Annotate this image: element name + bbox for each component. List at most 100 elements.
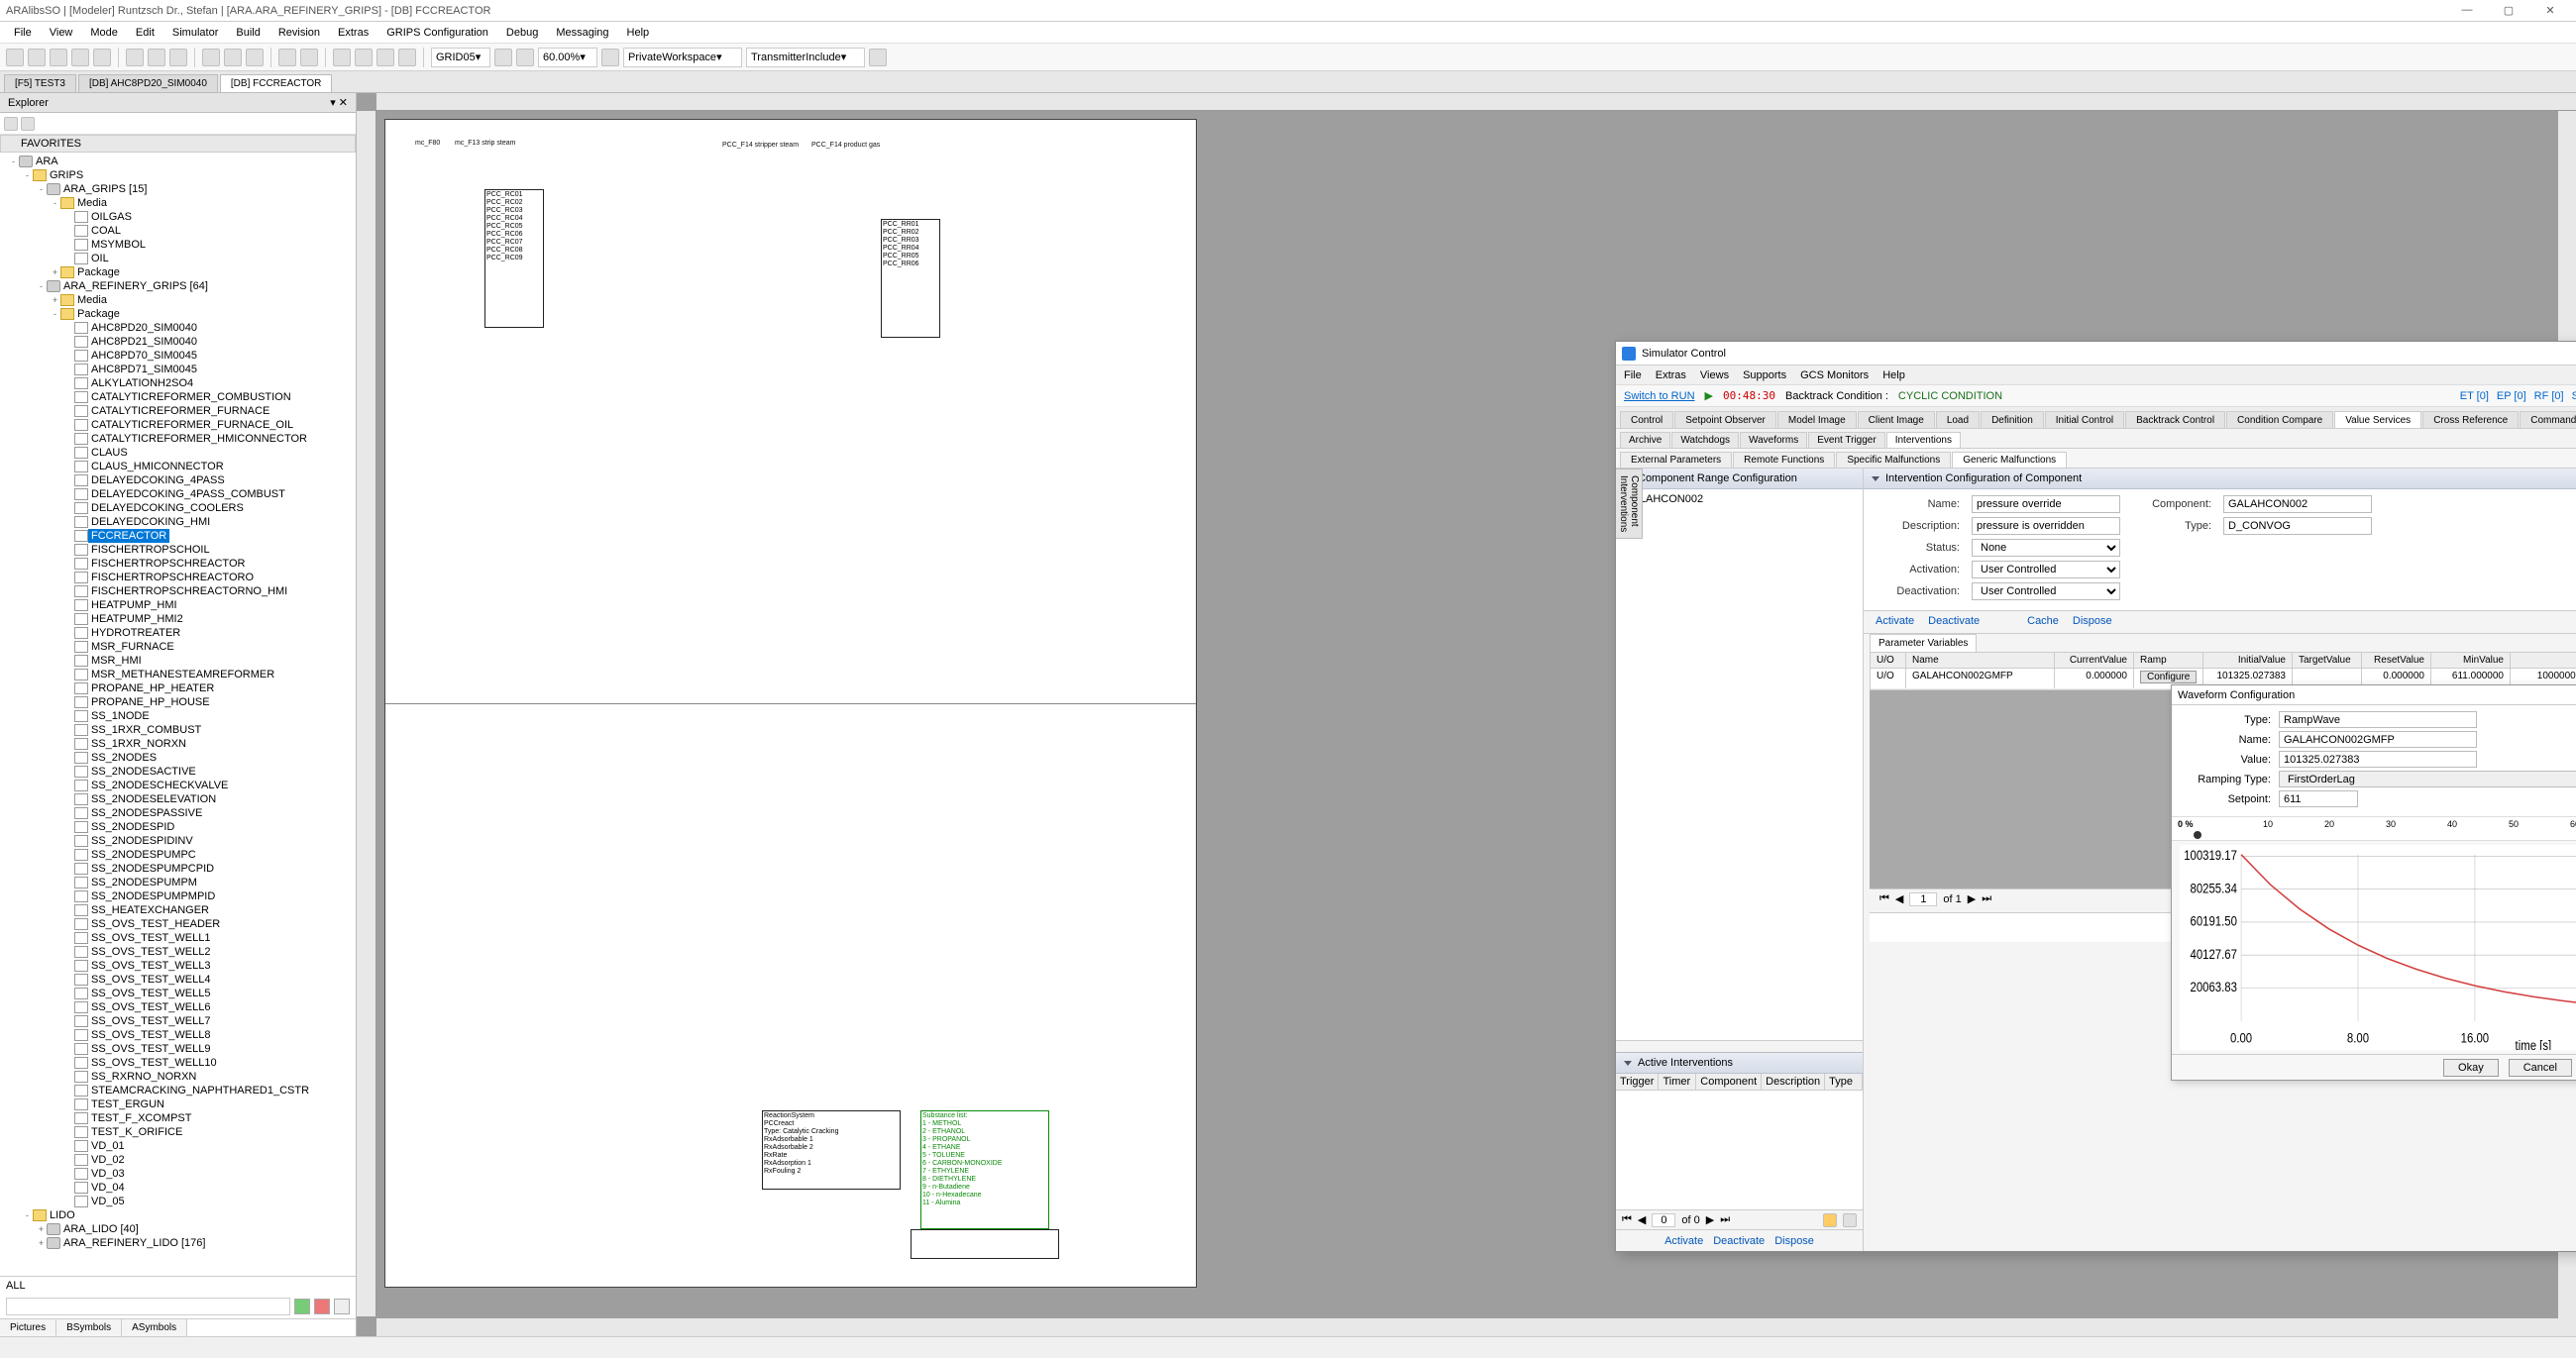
menu-simulator[interactable]: Simulator	[164, 25, 226, 41]
tree-node[interactable]: CATALYTICREFORMER_COMBUSTION	[0, 390, 356, 404]
nav-next[interactable]: ▶	[1968, 892, 1976, 905]
ai-activate[interactable]: Activate	[1664, 1235, 1703, 1247]
tree-node[interactable]: MSR_HMI	[0, 654, 356, 668]
tree-node[interactable]: AHC8PD21_SIM0040	[0, 335, 356, 349]
tree-node[interactable]: SS_OVS_TEST_WELL3	[0, 959, 356, 973]
tb-icon[interactable]	[50, 49, 67, 66]
canvas-area[interactable]: mc_F80 mc_F13 strip steam PCC_F14 stripp…	[357, 93, 2576, 1336]
tab[interactable]: Control	[1620, 411, 1673, 428]
tree-node[interactable]: PROPANE_HP_HEATER	[0, 681, 356, 695]
ai-tool-icon[interactable]	[1823, 1213, 1837, 1227]
tree-node[interactable]: FISCHERTROPSCHREACTORO	[0, 571, 356, 584]
tab[interactable]: Condition Compare	[2226, 411, 2333, 428]
foot-tab[interactable]: BSymbols	[56, 1319, 122, 1336]
tree-node[interactable]: -ARA_REFINERY_GRIPS [64]	[0, 279, 356, 293]
tab[interactable]: Remote Functions	[1733, 452, 1835, 468]
go-button[interactable]	[294, 1299, 310, 1314]
tree-node[interactable]: AHC8PD70_SIM0045	[0, 349, 356, 363]
tree-node[interactable]: OIL	[0, 252, 356, 265]
tree-node[interactable]: -ARA	[0, 155, 356, 168]
ai-header[interactable]: Active Interventions	[1616, 1053, 1863, 1074]
comp-interventions-sidetab[interactable]: Component Interventions	[1616, 469, 1643, 539]
tb-icon[interactable]	[21, 117, 35, 131]
sim-menu-item[interactable]: Extras	[1656, 369, 1686, 381]
transmit-combo[interactable]: TransmitterInclude ▾	[746, 48, 865, 67]
tab[interactable]: Interventions	[1886, 432, 1961, 448]
tb-icon[interactable]	[93, 49, 111, 66]
tree-node[interactable]: SS_OVS_TEST_HEADER	[0, 917, 356, 931]
tab[interactable]: Specific Malfunctions	[1836, 452, 1951, 468]
tb-icon[interactable]	[869, 49, 887, 66]
tb-icon[interactable]	[126, 49, 144, 66]
tab[interactable]: Load	[1936, 411, 1980, 428]
sim-menu-item[interactable]: File	[1624, 369, 1642, 381]
tree-node[interactable]: DELAYEDCOKING_HMI	[0, 515, 356, 529]
tb-icon[interactable]	[601, 49, 619, 66]
tab[interactable]: Command Charts	[2520, 411, 2576, 428]
crc-header[interactable]: Component Range Configuration	[1616, 469, 1863, 489]
tree-node[interactable]: TEST_K_ORIFICE	[0, 1125, 356, 1139]
tree-node[interactable]: SS_OVS_TEST_WELL2	[0, 945, 356, 959]
tree-node[interactable]: DELAYEDCOKING_4PASS_COMBUST	[0, 487, 356, 501]
action-dispose[interactable]: Dispose	[2073, 615, 2112, 629]
ai-deactivate[interactable]: Deactivate	[1713, 1235, 1765, 1247]
tb-icon[interactable]	[300, 49, 318, 66]
run-icon[interactable]: ▶	[1705, 389, 1713, 402]
wave-value[interactable]	[2279, 751, 2477, 768]
icc-deactivation[interactable]: User Controlled	[1972, 582, 2120, 600]
tree-node[interactable]: SS_OVS_TEST_WELL9	[0, 1042, 356, 1056]
tree-node[interactable]: SS_2NODESPUMPC	[0, 848, 356, 862]
wave-type[interactable]	[2279, 711, 2477, 728]
crc-item[interactable]: GALAHCON002	[1624, 493, 1855, 505]
simwin-titlebar[interactable]: Simulator Control — ▢ ✕	[1616, 342, 2576, 366]
tree-node[interactable]: MSR_METHANESTEAMREFORMER	[0, 668, 356, 681]
menu-build[interactable]: Build	[228, 25, 268, 41]
tree-node[interactable]: TEST_F_XCOMPST	[0, 1111, 356, 1125]
tree-node[interactable]: COAL	[0, 224, 356, 238]
icc-header[interactable]: Intervention Configuration of Component	[1864, 469, 2576, 489]
menu-file[interactable]: File	[6, 25, 40, 41]
wave-ramping-type[interactable]: FirstOrderLag	[2279, 771, 2576, 787]
wave-name[interactable]	[2279, 731, 2477, 748]
tree-node[interactable]: SS_2NODES	[0, 751, 356, 765]
tree-node[interactable]: SS_1NODE	[0, 709, 356, 723]
tree-node[interactable]: CATALYTICREFORMER_FURNACE	[0, 404, 356, 418]
tree-node[interactable]: SS_2NODESPIDINV	[0, 834, 356, 848]
workspace-combo[interactable]: PrivateWorkspace ▾	[623, 48, 742, 67]
tab[interactable]: Archive	[1620, 432, 1670, 448]
tree-node[interactable]: CLAUS	[0, 446, 356, 460]
tree-node[interactable]: VD_05	[0, 1195, 356, 1208]
tb-icon[interactable]	[333, 49, 351, 66]
wave-titlebar[interactable]: Waveform Configuration ✕	[2172, 685, 2576, 705]
tb-icon[interactable]	[148, 49, 165, 66]
tree-node[interactable]: SS_2NODESACTIVE	[0, 765, 356, 779]
sim-menu-item[interactable]: Views	[1700, 369, 1729, 381]
tree-node[interactable]: ALKYLATIONH2SO4	[0, 376, 356, 390]
tb-icon[interactable]	[516, 49, 534, 66]
icc-type[interactable]	[2223, 517, 2372, 535]
tree-node[interactable]: MSYMBOL	[0, 238, 356, 252]
slider-thumb[interactable]	[2194, 831, 2201, 839]
sim-menu-item[interactable]: Help	[1882, 369, 1905, 381]
tree-node[interactable]: VD_03	[0, 1167, 356, 1181]
diagram-page[interactable]: mc_F80 mc_F13 strip steam PCC_F14 stripp…	[384, 119, 1197, 1288]
tree-node[interactable]: SS_OVS_TEST_WELL1	[0, 931, 356, 945]
tb-icon[interactable]	[278, 49, 296, 66]
tree-node[interactable]: DELAYEDCOKING_4PASS	[0, 473, 356, 487]
wave-cancel-button[interactable]: Cancel	[2509, 1059, 2572, 1077]
action-activate[interactable]: Activate	[1876, 615, 1914, 629]
stop-button[interactable]	[314, 1299, 330, 1314]
favorites-header[interactable]: FAVORITES	[0, 135, 356, 153]
menu-view[interactable]: View	[42, 25, 81, 41]
nav-next[interactable]: ▶	[1706, 1213, 1714, 1226]
tree-node[interactable]: -LIDO	[0, 1208, 356, 1222]
doctab[interactable]: [DB] AHC8PD20_SIM0040	[78, 74, 218, 92]
nav-last[interactable]: ⏭	[1720, 1213, 1730, 1226]
tab[interactable]: Backtrack Control	[2125, 411, 2225, 428]
tree-node[interactable]: AHC8PD71_SIM0045	[0, 363, 356, 376]
tb-icon[interactable]	[28, 49, 46, 66]
tab[interactable]: Generic Malfunctions	[1952, 452, 2067, 468]
tree-node[interactable]: FISCHERTROPSCHOIL	[0, 543, 356, 557]
nav-prev[interactable]: ◀	[1895, 892, 1903, 905]
tree-node[interactable]: MSR_FURNACE	[0, 640, 356, 654]
